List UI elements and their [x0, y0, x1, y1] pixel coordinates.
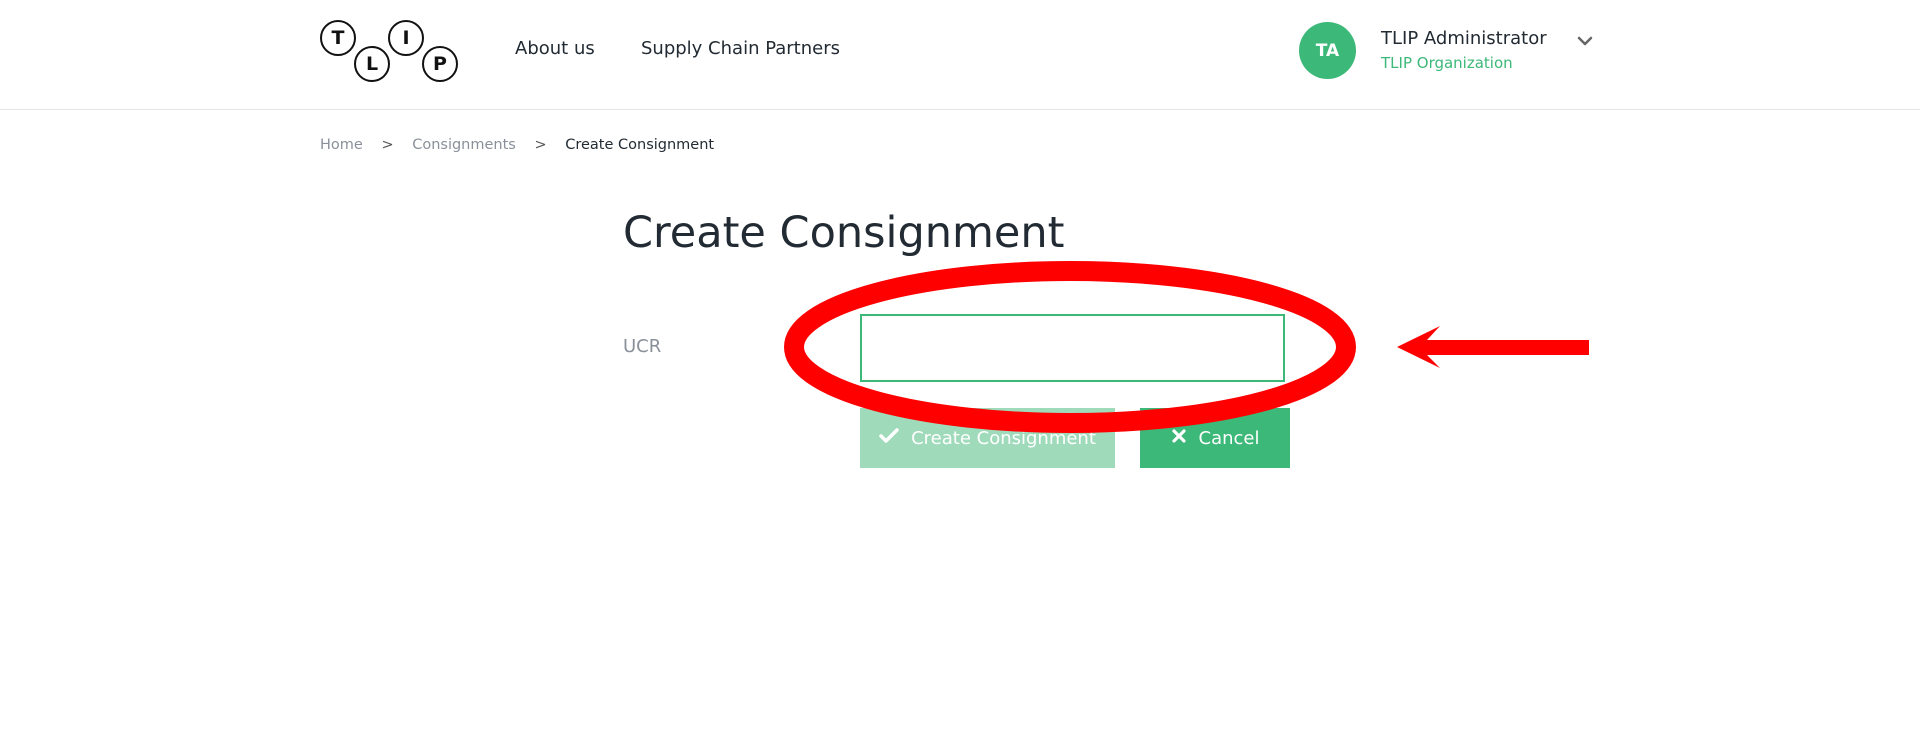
- nav-about-us[interactable]: About us: [515, 38, 595, 59]
- logo-letter-i: I: [388, 20, 424, 56]
- nav-supply-chain-partners[interactable]: Supply Chain Partners: [641, 38, 840, 59]
- breadcrumb-current: Create Consignment: [565, 137, 715, 153]
- create-consignment-label: Create Consignment: [911, 427, 1096, 449]
- user-avatar[interactable]: TA: [1299, 22, 1356, 79]
- check-icon: [879, 427, 899, 449]
- user-name[interactable]: TLIP Administrator: [1381, 28, 1547, 49]
- close-icon: [1171, 428, 1187, 449]
- breadcrumb-home[interactable]: Home: [320, 137, 363, 153]
- tlip-logo[interactable]: T L I P: [318, 18, 468, 84]
- cancel-button[interactable]: Cancel: [1140, 408, 1290, 468]
- logo-letter-l: L: [354, 46, 390, 82]
- create-consignment-button[interactable]: Create Consignment: [860, 408, 1115, 468]
- annotation-arrow: [1397, 326, 1589, 368]
- logo-letter-p: P: [422, 46, 458, 82]
- logo-letter-t: T: [320, 20, 356, 56]
- breadcrumb: Home > Consignments > Create Consignment: [320, 137, 714, 153]
- breadcrumb-separator: >: [381, 137, 394, 153]
- page-title: Create Consignment: [623, 208, 1065, 258]
- chevron-down-icon[interactable]: [1576, 32, 1594, 50]
- breadcrumb-separator: >: [534, 137, 547, 153]
- ucr-label: UCR: [623, 336, 662, 357]
- top-header: T L I P About us Supply Chain Partners T…: [0, 0, 1920, 110]
- cancel-label: Cancel: [1198, 427, 1260, 449]
- ucr-input[interactable]: [860, 314, 1285, 382]
- user-organization: TLIP Organization: [1381, 54, 1513, 72]
- breadcrumb-consignments[interactable]: Consignments: [412, 137, 516, 153]
